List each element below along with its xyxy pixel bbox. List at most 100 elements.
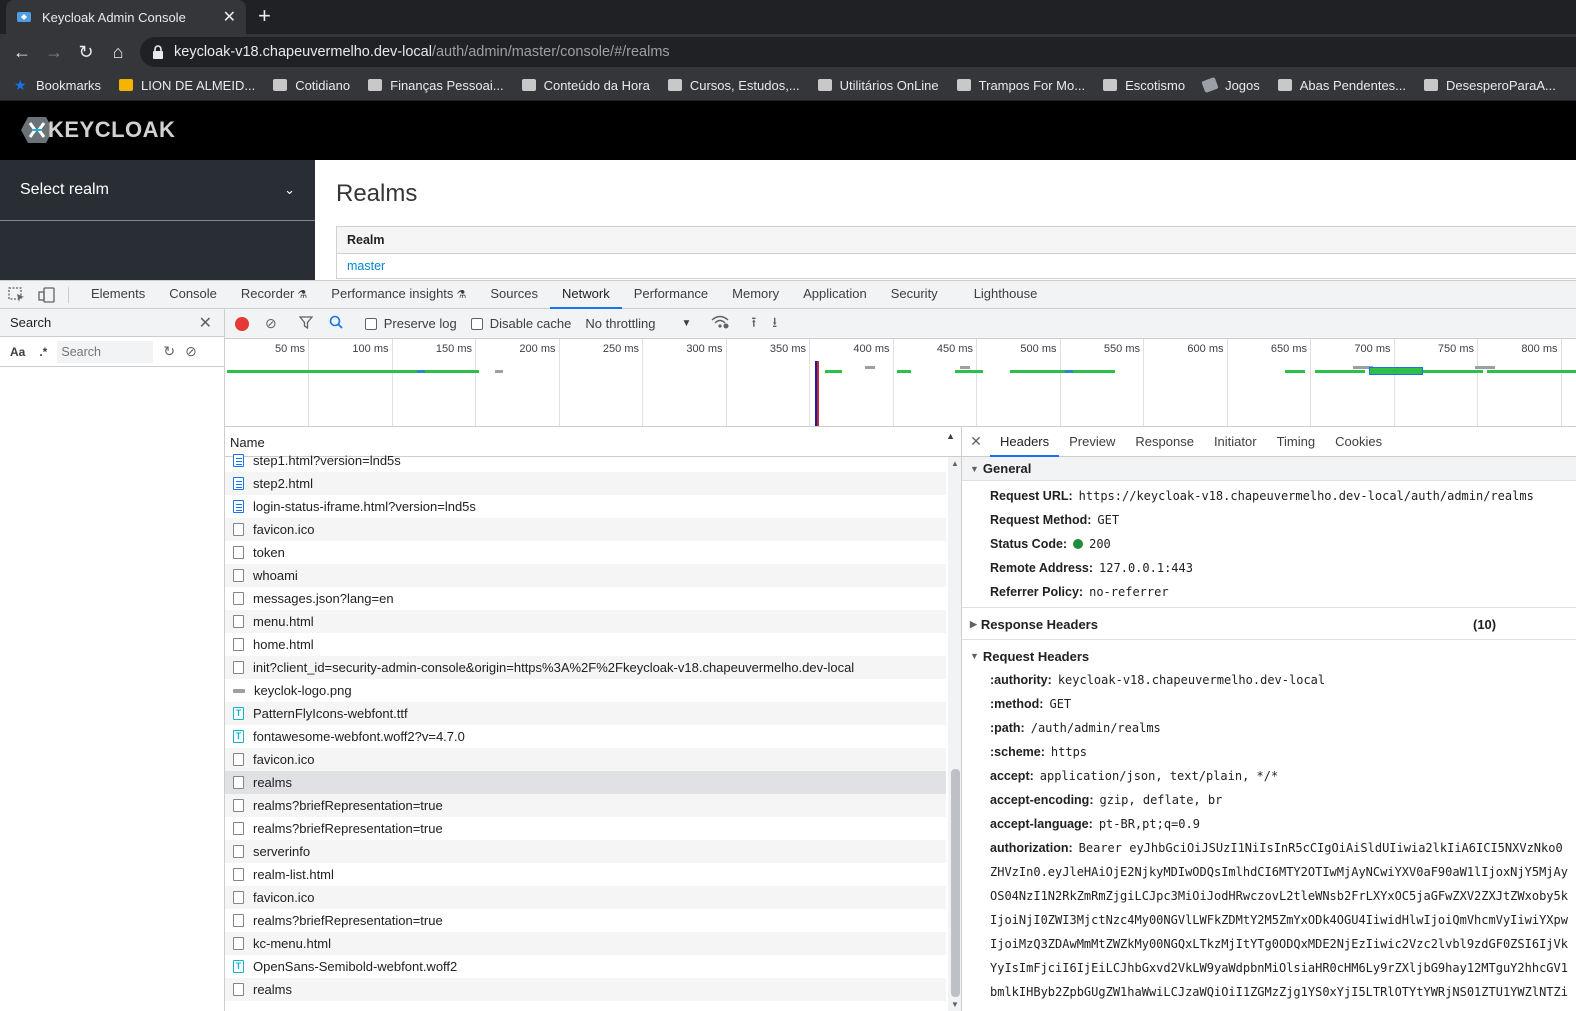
bookmark-item[interactable]: Cursos, Estudos,... (667, 78, 800, 93)
request-row[interactable]: login-status-iframe.html?version=lnd5s (225, 495, 946, 518)
tab-performance[interactable]: Performance (622, 280, 720, 309)
request-row[interactable]: messages.json?lang=en (225, 587, 946, 610)
reload-icon[interactable]: ↻ (70, 42, 102, 63)
search-icon[interactable] (329, 315, 343, 332)
request-row[interactable]: T PatternFlyIcons-webfont.ttf (225, 702, 946, 725)
request-row[interactable]: menu.html (225, 610, 946, 633)
request-row[interactable]: kc-menu.html (225, 932, 946, 955)
tab-memory[interactable]: Memory (720, 280, 791, 309)
bookmark-item[interactable]: LION DE ALMEID... (119, 78, 255, 93)
tab-elements[interactable]: Elements (79, 280, 157, 309)
export-har-icon[interactable]: ⭳ (772, 312, 777, 336)
device-toolbar-icon[interactable] (38, 286, 60, 303)
bookmark-item[interactable]: Jogos (1201, 76, 1260, 94)
back-icon[interactable]: ← (6, 42, 38, 63)
throttling-select[interactable]: No throttling ▼ (585, 316, 691, 331)
tab-network[interactable]: Network (550, 280, 622, 309)
request-row[interactable]: Tfontawesome-webfont.woff2?v=4.7.0 (225, 725, 946, 748)
tab-security[interactable]: Security (879, 280, 950, 309)
tab-sources[interactable]: Sources (478, 280, 550, 309)
timeline-gridline (1560, 339, 1562, 426)
regex-toggle[interactable]: .* (39, 345, 47, 359)
bookmark-item[interactable]: Trampos For Mo... (956, 78, 1085, 93)
request-row[interactable]: realms?briefRepresentation=true (225, 794, 946, 817)
realm-link-master[interactable]: master (337, 254, 1576, 278)
address-bar[interactable]: keycloak-v18.chapeuvermelho.dev-local/au… (140, 37, 1576, 67)
tab-headers[interactable]: Headers (990, 427, 1060, 457)
new-tab-icon[interactable]: + (258, 5, 271, 27)
bookmark-item[interactable]: ★ Bookmarks (14, 78, 101, 93)
request-row[interactable]: serverinfo (225, 840, 946, 863)
request-row[interactable]: step1.html?version=lnd5s (225, 449, 946, 472)
tab-preview[interactable]: Preview (1059, 427, 1125, 457)
request-row[interactable]: keyclok-logo.png (225, 679, 946, 702)
tab-label: Lighthouse (973, 286, 1038, 301)
general-section-header[interactable]: ▼ General (962, 457, 1576, 481)
forward-icon[interactable]: → (38, 42, 70, 63)
scrollbar-thumb[interactable] (951, 769, 960, 997)
bookmark-item[interactable]: Cotidiano (273, 78, 350, 93)
match-case-toggle[interactable]: Aa (10, 345, 25, 359)
network-conditions-icon[interactable] (711, 315, 729, 332)
bookmark-item[interactable]: Finanças Pessoai... (368, 78, 504, 93)
tab-lighthouse[interactable]: Lighthouse (962, 280, 1050, 309)
tab-label: Performance (633, 286, 709, 301)
realm-selector[interactable]: Select realm ⌄ (0, 160, 315, 221)
keycloak-logo[interactable]: KEYCLOAK (20, 115, 175, 145)
close-icon[interactable]: ✕ (199, 313, 212, 333)
tab-application[interactable]: Application (791, 280, 879, 309)
browser-tab[interactable]: Keycloak Admin Console ✕ (6, 0, 246, 34)
filter-icon[interactable] (298, 315, 314, 332)
request-headers-section-header[interactable]: ▼ Request Headers (962, 644, 1576, 668)
disable-cache-checkbox[interactable]: Disable cache (470, 316, 571, 331)
request-row[interactable]: realms?briefRepresentation=true (225, 909, 946, 932)
request-row[interactable]: favicon.ico (225, 748, 946, 771)
timeline-gridline (1310, 339, 1311, 426)
tab-recorder[interactable]: Recorder ⚗ (229, 280, 319, 309)
scrollbar[interactable]: ▲ ▼ (948, 457, 961, 1011)
tab-cookies[interactable]: Cookies (1325, 427, 1392, 457)
bookmark-item[interactable]: DesesperoParaA... (1424, 78, 1556, 93)
request-row[interactable]: realms (225, 771, 946, 794)
close-tab-icon[interactable]: ✕ (223, 7, 236, 27)
clear-icon[interactable]: ⊘ (185, 343, 197, 360)
preserve-log-checkbox[interactable]: Preserve log (364, 316, 457, 331)
refresh-icon[interactable]: ↻ (163, 343, 175, 360)
home-icon[interactable]: ⌂ (102, 42, 134, 63)
fetch-icon (233, 822, 244, 835)
bookmark-item[interactable]: Abas Pendentes... (1277, 78, 1406, 93)
request-row[interactable]: favicon.ico (225, 886, 946, 909)
tab-timing[interactable]: Timing (1267, 427, 1326, 457)
request-row[interactable]: favicon.ico (225, 518, 946, 541)
bookmark-item[interactable]: Conteúdo da Hora (521, 78, 650, 93)
bookmark-item[interactable]: Utilitários OnLine (817, 78, 939, 93)
scroll-up-icon[interactable]: ▲ (951, 459, 959, 468)
bookmark-item[interactable]: Escotismo (1103, 78, 1185, 93)
inspect-element-icon[interactable] (8, 286, 30, 303)
clear-log-icon[interactable]: ⊘ (265, 315, 277, 332)
search-input[interactable] (57, 340, 154, 363)
request-row[interactable]: T OpenSans-Semibold-webfont.woff2 (225, 955, 946, 978)
request-row[interactable]: realms?briefRepresentation=true (225, 817, 946, 840)
request-row[interactable]: token (225, 541, 946, 564)
tab-initiator[interactable]: Initiator (1204, 427, 1267, 457)
close-icon[interactable]: ✕ (962, 433, 990, 450)
fetch-icon (233, 615, 244, 628)
bookmark-label: LION DE ALMEID... (141, 77, 256, 93)
tab-performance-insights[interactable]: Performance insights ⚗ (319, 280, 478, 309)
scroll-down-icon[interactable]: ▼ (951, 1000, 959, 1009)
request-row[interactable]: realm-list.html (225, 863, 946, 886)
request-name: step1.html?version=lnd5s (253, 453, 401, 468)
import-har-icon[interactable]: ⭱ (751, 312, 756, 336)
request-row[interactable]: realms (225, 978, 946, 1001)
request-name: favicon.ico (253, 752, 315, 767)
request-row[interactable]: step2.html (225, 472, 946, 495)
response-headers-section-header[interactable]: ▶ Response Headers (10) (962, 612, 1576, 636)
tab-console[interactable]: Console (157, 280, 229, 309)
request-row[interactable]: init?client_id=security-admin-console&or… (225, 656, 946, 679)
request-row[interactable]: whoami (225, 564, 946, 587)
tab-response[interactable]: Response (1125, 427, 1204, 457)
request-row[interactable]: home.html (225, 633, 946, 656)
record-icon[interactable] (235, 316, 249, 331)
network-overview-timeline[interactable]: 50 ms 100 ms 150 ms 200 ms 250 ms 300 ms 350 m… (225, 339, 1576, 427)
